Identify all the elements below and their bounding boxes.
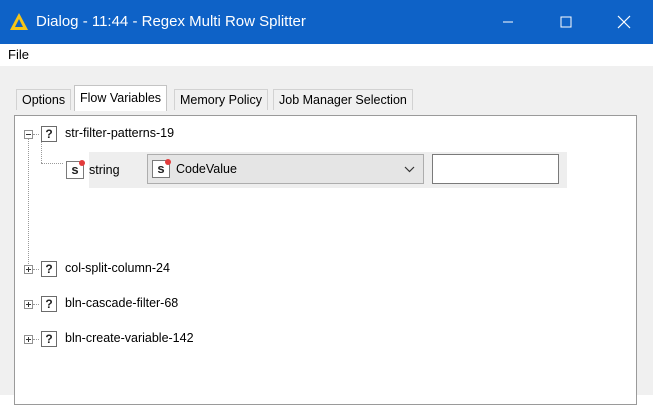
minimize-button[interactable] (479, 0, 537, 44)
variable-select-value: CodeValue (176, 162, 237, 176)
tab-flow-variables[interactable]: Flow Variables (74, 85, 168, 111)
chevron-down-icon (404, 166, 415, 173)
expand-icon[interactable] (24, 300, 33, 309)
maximize-button[interactable] (537, 0, 595, 44)
node-label: col-split-column-24 (65, 261, 170, 275)
tree-connector (41, 163, 63, 164)
tab-label: Options (22, 93, 66, 107)
knime-triangle-icon (10, 13, 28, 30)
window-title: Dialog - 11:44 - Regex Multi Row Splitte… (36, 13, 306, 30)
tree-connector (41, 141, 42, 163)
tab-job-manager-selection[interactable]: Job Manager Selection (273, 89, 413, 110)
tab-label: Flow Variables (80, 91, 162, 105)
expand-icon[interactable] (24, 265, 33, 274)
question-mark-icon: ? (41, 296, 57, 312)
string-type-icon: s (152, 159, 171, 178)
question-mark-icon: ? (41, 331, 57, 347)
tab-options[interactable]: Options (16, 89, 72, 110)
dialog-panel: Options Flow Variables Memory Policy Job… (0, 66, 653, 405)
tree-connector (33, 339, 39, 340)
tree-node[interactable]: ? bln-cascade-filter-68 (15, 294, 615, 314)
tab-memory-policy[interactable]: Memory Policy (174, 89, 268, 110)
node-label: bln-cascade-filter-68 (65, 296, 179, 310)
maximize-icon (560, 16, 572, 28)
tab-label: Job Manager Selection (279, 93, 407, 107)
expand-icon[interactable] (24, 335, 33, 344)
tab-label: Memory Policy (180, 93, 262, 107)
flow-variables-tree: ? str-filter-patterns-19 ? col-split-col… (14, 115, 637, 405)
node-label: str-filter-patterns-19 (65, 126, 175, 140)
node-label: bln-create-variable-142 (65, 331, 194, 345)
menu-file[interactable]: File (8, 47, 29, 62)
minimize-icon (503, 21, 513, 23)
title-bar: Dialog - 11:44 - Regex Multi Row Splitte… (0, 0, 653, 44)
tree-node[interactable]: ? str-filter-patterns-19 (15, 124, 615, 144)
variable-name-field[interactable] (432, 154, 559, 184)
collapse-icon[interactable] (24, 130, 33, 139)
string-type-icon: s (66, 160, 85, 179)
tree-connector (28, 134, 29, 274)
tree-connector (33, 269, 39, 270)
variable-type-label: string (89, 163, 120, 177)
menu-bar: File (0, 44, 653, 66)
tree-node[interactable]: ? bln-create-variable-142 (15, 329, 615, 349)
tree-connector (33, 304, 39, 305)
question-mark-icon: ? (41, 261, 57, 277)
close-icon (617, 15, 631, 29)
close-button[interactable] (595, 0, 653, 44)
variable-select[interactable]: s CodeValue (147, 154, 424, 184)
tree-node[interactable]: ? col-split-column-24 (15, 259, 615, 279)
tree-connector (33, 134, 39, 135)
question-mark-icon: ? (41, 126, 57, 142)
